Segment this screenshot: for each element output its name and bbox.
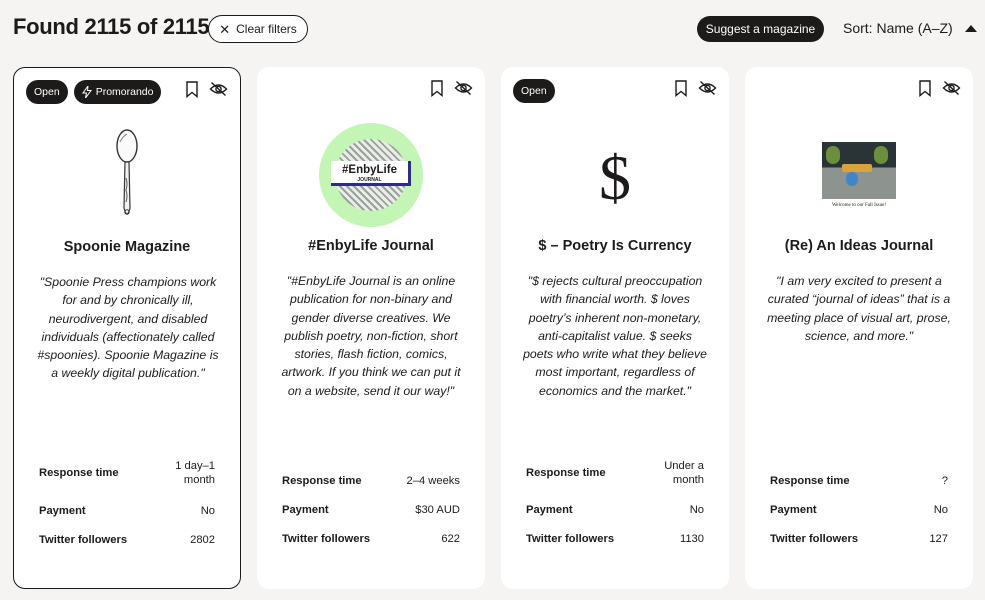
hide-icon[interactable] (942, 80, 961, 97)
twitter-value: 622 (441, 533, 460, 545)
payment-label: Payment (526, 504, 573, 516)
cover-caption: Welcome to our Fall Issue! (831, 202, 887, 208)
twitter-label: Twitter followers (526, 533, 615, 545)
clear-filters-label: Clear filters (236, 22, 297, 36)
lightning-icon (81, 86, 92, 98)
payment-row: Payment No (770, 503, 948, 517)
photo-detail (846, 171, 858, 186)
badge-group: Open (513, 79, 555, 103)
payment-label: Payment (282, 504, 329, 516)
bookmark-icon[interactable] (430, 80, 444, 97)
logo-label: #EnbyLife JOURNAL (331, 160, 411, 186)
logo-sub-text: JOURNAL (357, 176, 382, 183)
promo-badge: Promorando (73, 80, 162, 104)
bookmark-icon[interactable] (185, 81, 199, 98)
spoon-illustration-icon (116, 128, 138, 215)
card-actions (185, 81, 228, 98)
badge-group: Open Promorando (26, 80, 162, 104)
payment-value: $30 AUD (415, 504, 460, 516)
magazine-title: (Re) An Ideas Journal (784, 238, 934, 254)
payment-label: Payment (770, 504, 817, 516)
twitter-value: 1130 (679, 533, 704, 545)
twitter-row: Twitter followers 127 (770, 532, 948, 546)
response-time-row: Response time 1 day–1 month (39, 459, 215, 487)
payment-label: Payment (39, 505, 86, 517)
dollar-logo: $ (599, 141, 631, 213)
clear-filters-button[interactable]: ✕ Clear filters (208, 15, 308, 43)
card-actions (674, 80, 717, 97)
payment-value: No (933, 504, 948, 516)
response-time-row: Response time 2–4 weeks (282, 474, 460, 488)
hide-icon[interactable] (209, 81, 228, 98)
caret-up-icon (964, 24, 977, 32)
sort-dropdown[interactable]: Sort: Name (A–Z) (843, 20, 977, 36)
magazine-card[interactable]: Open $ $ – Poetry Is Currency "$ rejects… (501, 67, 729, 589)
payment-row: Payment No (526, 503, 704, 517)
twitter-label: Twitter followers (770, 533, 859, 545)
hide-icon[interactable] (454, 80, 473, 97)
enbylife-logo: #EnbyLife JOURNAL (319, 122, 423, 227)
magazine-description: "I am very excited to present a curated … (767, 274, 951, 343)
response-time-label: Response time (526, 467, 606, 479)
cover-image: Welcome to our Fall Issue! (814, 141, 904, 208)
magazine-logo: $ (501, 112, 729, 237)
response-time-value: 1 day–1 month (175, 460, 215, 486)
twitter-value: 127 (929, 533, 948, 545)
payment-value: No (200, 505, 215, 517)
magazine-logo (14, 113, 240, 238)
magazine-card[interactable]: #EnbyLife JOURNAL #EnbyLife Journal "#En… (257, 67, 485, 589)
twitter-row: Twitter followers 2802 (39, 533, 215, 547)
bookmark-icon[interactable] (918, 80, 932, 97)
results-count: Found 2115 of 2115 (13, 14, 210, 39)
photo-detail (874, 145, 888, 164)
suggest-magazine-button[interactable]: Suggest a magazine (697, 16, 824, 42)
response-time-label: Response time (770, 475, 850, 487)
twitter-value: 2802 (190, 534, 215, 546)
card-actions (918, 80, 961, 97)
magazine-description: "Spoonie Press champions work for and by… (37, 275, 219, 381)
magazine-logo: #EnbyLife JOURNAL (257, 112, 485, 237)
sort-label: Sort: Name (A–Z) (843, 20, 953, 36)
photo-detail (842, 163, 872, 172)
logo-main-text: #EnbyLife (342, 163, 397, 176)
response-time-value: 2–4 weeks (406, 475, 461, 487)
magazine-logo: Welcome to our Fall Issue! (745, 112, 973, 237)
twitter-row: Twitter followers 622 (282, 532, 460, 546)
response-time-value: ? (941, 475, 948, 487)
cover-photo (822, 141, 896, 199)
card-actions (430, 80, 473, 97)
magazine-title: $ – Poetry Is Currency (538, 238, 692, 254)
magazine-card[interactable]: Welcome to our Fall Issue! (Re) An Ideas… (745, 67, 973, 589)
response-time-label: Response time (282, 475, 362, 487)
response-time-label: Response time (39, 467, 119, 479)
payment-row: Payment $30 AUD (282, 503, 460, 517)
open-badge: Open (26, 80, 68, 104)
bookmark-icon[interactable] (674, 80, 688, 97)
payment-value: No (689, 504, 704, 516)
magazine-description: "$ rejects cultural preoccupation with f… (523, 274, 707, 398)
hide-icon[interactable] (698, 80, 717, 97)
twitter-label: Twitter followers (39, 534, 128, 546)
magazine-title: Spoonie Magazine (63, 239, 191, 255)
close-icon: ✕ (219, 21, 231, 37)
open-badge: Open (513, 79, 555, 103)
magazine-description: "#EnbyLife Journal is an online publicat… (281, 274, 461, 398)
response-time-row: Response time Under a month (526, 459, 704, 487)
results-header: Found 2115 of 2115 ✕ Clear filters Sugge… (0, 0, 985, 60)
response-time-value: Under a month (664, 460, 704, 486)
response-time-row: Response time ? (770, 474, 948, 488)
twitter-row: Twitter followers 1130 (526, 532, 704, 546)
payment-row: Payment No (39, 504, 215, 518)
magazine-card[interactable]: Open Promorando Spoonie Magazine "Spooni… (13, 67, 241, 589)
magazine-title: #EnbyLife Journal (308, 238, 434, 254)
twitter-label: Twitter followers (282, 533, 371, 545)
photo-detail (826, 145, 840, 164)
